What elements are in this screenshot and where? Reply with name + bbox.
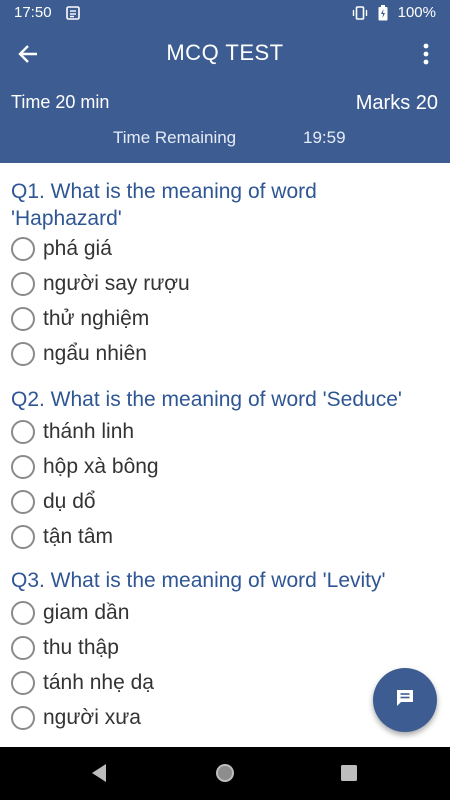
radio-button[interactable] [11, 636, 35, 660]
nav-recents-icon[interactable] [336, 760, 362, 786]
radio-button[interactable] [11, 601, 35, 625]
time-remaining-value: 19:59 [303, 128, 346, 147]
question-line: Q3. What is the meaning of word 'Levity' [11, 569, 386, 592]
question-line: Q2. What is the meaning of word 'Seduce' [11, 388, 402, 411]
answer-option[interactable]: tận tâm [11, 522, 113, 552]
radio-button[interactable] [11, 237, 35, 261]
time-remaining-label: Time Remaining [113, 128, 237, 147]
nav-back-icon[interactable] [86, 760, 112, 786]
option-label: thánh linh [43, 420, 135, 443]
status-time: 17:50 [14, 4, 52, 21]
screen: 17:50 100% MCQ TEST Time 20 min Marks 20… [0, 0, 450, 800]
chat-icon [395, 688, 415, 713]
radio-button[interactable] [11, 490, 35, 514]
answer-option[interactable]: người say rượu [11, 269, 190, 299]
app-bar: MCQ TEST Time 20 min Marks 20 Time Remai… [0, 26, 450, 163]
radio-button[interactable] [11, 272, 35, 296]
option-label: phá giá [43, 237, 112, 260]
radio-button[interactable] [11, 706, 35, 730]
question-text: Q2. What is the meaning of word 'Seduce' [11, 386, 441, 413]
more-vert-icon[interactable] [416, 40, 436, 68]
radio-button[interactable] [11, 342, 35, 366]
question-text: Q1. What is the meaning of word 'Haphaza… [11, 178, 441, 232]
radio-button[interactable] [11, 525, 35, 549]
question-line: 'Haphazard' [11, 207, 122, 230]
battery-percent: 100% [397, 4, 436, 21]
answer-option[interactable]: người xưa [11, 703, 141, 733]
option-label: thu thập [43, 636, 119, 659]
option-label: dụ dổ [43, 490, 96, 513]
answer-option[interactable]: thánh linh [11, 417, 134, 447]
answer-option[interactable]: phá giá [11, 234, 112, 264]
answer-option[interactable]: ngẩu nhiên [11, 339, 147, 369]
answer-option[interactable]: hộp xà bông [11, 452, 159, 482]
status-bar: 17:50 100% [0, 0, 450, 26]
radio-button[interactable] [11, 420, 35, 444]
question-text: Q3. What is the meaning of word 'Levity' [11, 567, 441, 594]
option-label: ngẩu nhiên [43, 342, 147, 365]
option-label: hộp xà bông [43, 455, 159, 478]
option-label: người xưa [43, 706, 141, 729]
option-label: thử nghiệm [43, 307, 150, 330]
test-duration: Time 20 min [11, 92, 110, 112]
radio-button[interactable] [11, 671, 35, 695]
radio-button[interactable] [11, 455, 35, 479]
notification-icon [66, 6, 80, 24]
option-label: tận tâm [43, 525, 114, 548]
battery-icon [378, 5, 388, 25]
total-marks: Marks 20 [355, 92, 438, 114]
radio-button[interactable] [11, 307, 35, 331]
answer-option[interactable]: thử nghiệm [11, 304, 149, 334]
answer-option[interactable]: thu thập [11, 633, 119, 663]
answer-option[interactable]: giam dần [11, 598, 129, 628]
nav-home-icon[interactable] [212, 760, 238, 786]
option-label: tánh nhẹ dạ [43, 671, 154, 694]
question-line: Q1. What is the meaning of word [11, 180, 317, 203]
answer-option[interactable]: tánh nhẹ dạ [11, 668, 154, 698]
answer-option[interactable]: dụ dổ [11, 487, 96, 517]
chat-button[interactable] [373, 668, 437, 732]
page-title: MCQ TEST [166, 40, 284, 65]
option-label: giam dần [43, 601, 130, 624]
option-label: người say rượu [43, 272, 190, 295]
question-list[interactable]: Q1. What is the meaning of word 'Haphaza… [0, 163, 450, 747]
vibrate-icon [351, 6, 369, 24]
system-nav-bar [0, 747, 450, 800]
